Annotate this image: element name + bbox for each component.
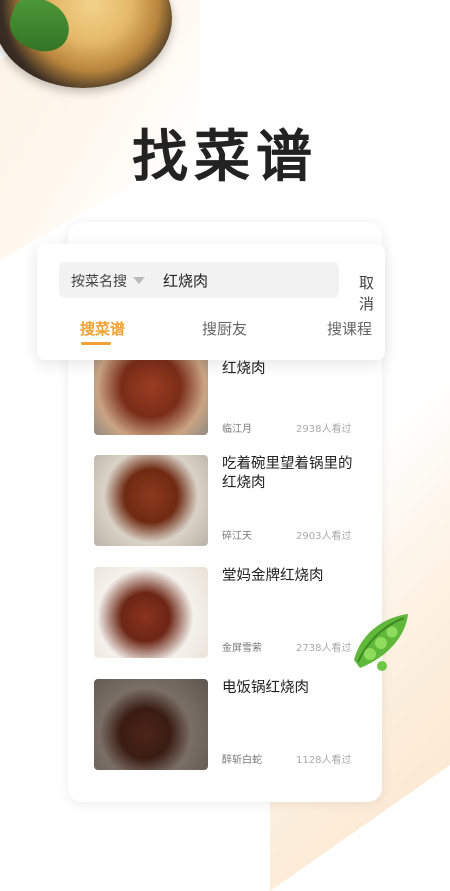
recipe-thumbnail[interactable]: [94, 679, 208, 770]
recipe-view-count: 1128人看过: [296, 755, 352, 766]
page-title: 找菜谱: [132, 124, 318, 190]
recipe-title[interactable]: 电饭锅红烧肉: [222, 679, 362, 698]
caret-down-icon[interactable]: [133, 277, 145, 284]
recipe-view-count: 2903人看过: [296, 531, 352, 542]
list-item[interactable]: 红烧肉 临江月 2938人看过: [94, 348, 364, 452]
recipe-title[interactable]: 红烧肉: [222, 360, 362, 379]
recipe-author: 碎江天: [222, 531, 252, 542]
cancel-button[interactable]: 取消: [359, 272, 385, 314]
list-item[interactable]: 堂妈金牌红烧肉 金屏雪萦 2738人看过: [94, 567, 364, 659]
tab-cooks[interactable]: 搜厨友: [202, 318, 247, 339]
recipe-author: 临江月: [222, 424, 252, 435]
recipe-title[interactable]: 堂妈金牌红烧肉: [222, 567, 362, 586]
recipe-view-count: 2738人看过: [296, 643, 352, 654]
search-tabs: 搜菜谱 搜厨友 搜课程: [37, 314, 385, 354]
recipe-thumbnail[interactable]: [94, 348, 208, 435]
recipe-author: 醉斩白蛇: [222, 755, 262, 766]
recipe-author: 金屏雪萦: [222, 643, 262, 654]
recipe-thumbnail[interactable]: [94, 567, 208, 658]
tab-recipes[interactable]: 搜菜谱: [80, 318, 125, 339]
pea-pod-icon: [354, 614, 408, 671]
tab-courses[interactable]: 搜课程: [327, 318, 372, 339]
search-type-select[interactable]: 按菜名搜: [71, 271, 127, 291]
recipe-title[interactable]: 吃着碗里望着锅里的红烧肉: [222, 455, 362, 493]
list-item[interactable]: 电饭锅红烧肉 醉斩白蛇 1128人看过: [94, 679, 364, 771]
search-panel: 按菜名搜 取消 搜菜谱 搜厨友 搜课程: [37, 244, 385, 360]
active-tab-indicator: [81, 342, 111, 345]
recipe-thumbnail[interactable]: [94, 455, 208, 546]
recipe-view-count: 2938人看过: [296, 424, 352, 435]
list-item[interactable]: 吃着碗里望着锅里的红烧肉 碎江天 2903人看过: [94, 455, 364, 547]
search-input[interactable]: [163, 268, 333, 292]
search-bar[interactable]: 按菜名搜: [59, 262, 339, 298]
